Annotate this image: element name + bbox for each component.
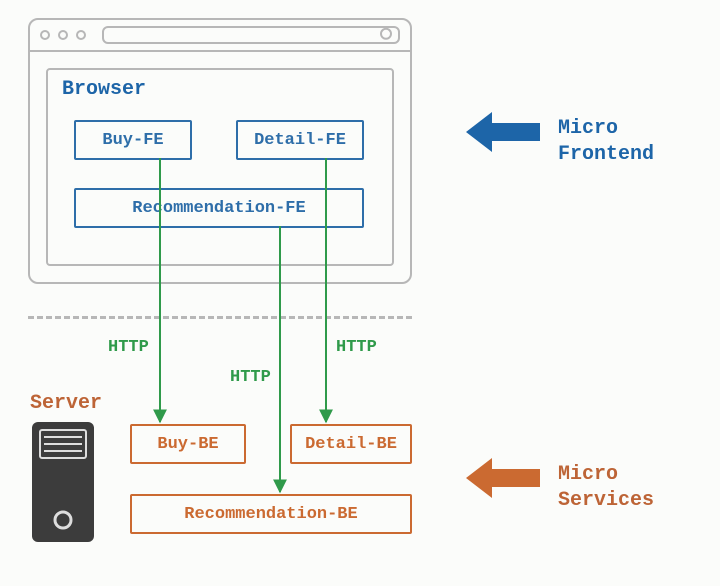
window-dot-icon (40, 30, 50, 40)
server-title: Server (30, 392, 102, 415)
arrow-left-orange-icon (466, 458, 540, 498)
window-dot-icon (58, 30, 68, 40)
browser-titlebar (30, 20, 410, 52)
browser-title: Browser (62, 78, 146, 101)
recommendation-fe-label: Recommendation-FE (132, 199, 305, 218)
tier-divider (28, 316, 412, 319)
http-label-buy: HTTP (108, 338, 149, 357)
detail-be-label: Detail-BE (305, 435, 397, 454)
browser-viewport: Browser Buy-FE Detail-FE Recommendation-… (46, 68, 394, 266)
url-bar-icon (102, 26, 400, 44)
architecture-diagram: Browser Buy-FE Detail-FE Recommendation-… (0, 0, 720, 586)
http-label-detail: HTTP (336, 338, 377, 357)
buy-fe-label: Buy-FE (102, 131, 163, 150)
recommendation-fe-box: Recommendation-FE (74, 188, 364, 228)
arrow-left-blue-icon (466, 112, 540, 152)
browser-window: Browser Buy-FE Detail-FE Recommendation-… (28, 18, 412, 284)
detail-be-box: Detail-BE (290, 424, 412, 464)
detail-fe-box: Detail-FE (236, 120, 364, 160)
recommendation-be-label: Recommendation-BE (184, 505, 357, 524)
micro-frontend-l2: Frontend (558, 143, 654, 166)
detail-fe-label: Detail-FE (254, 131, 346, 150)
buy-be-box: Buy-BE (130, 424, 246, 464)
micro-frontend-label: Micro Frontend (558, 116, 654, 168)
http-label-recommendation: HTTP (230, 368, 271, 387)
micro-services-l2: Services (558, 489, 654, 512)
micro-services-l1: Micro (558, 463, 618, 486)
server-icon (30, 420, 96, 544)
recommendation-be-box: Recommendation-BE (130, 494, 412, 534)
micro-frontend-l1: Micro (558, 117, 618, 140)
buy-fe-box: Buy-FE (74, 120, 192, 160)
buy-be-label: Buy-BE (157, 435, 218, 454)
window-dot-icon (76, 30, 86, 40)
micro-services-label: Micro Services (558, 462, 654, 514)
